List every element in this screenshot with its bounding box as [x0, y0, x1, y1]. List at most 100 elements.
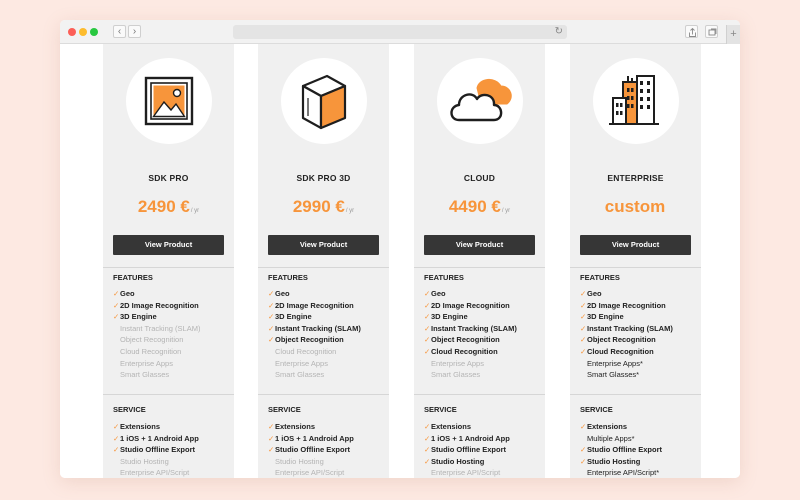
features-item: Object Recognition: [113, 334, 234, 346]
check-icon: ✓: [268, 300, 275, 310]
close-window-button[interactable]: [68, 28, 76, 36]
features-item-label: Geo: [120, 289, 135, 298]
view-product-button[interactable]: View Product: [580, 235, 691, 255]
features-item: Smart Glasses*: [580, 369, 701, 381]
service-item-label: 1 iOS + 1 Android App: [431, 433, 510, 443]
service-item: ✓Studio Hosting: [580, 456, 701, 468]
check-icon: ✓: [268, 445, 275, 455]
features-heading: FEATURES: [268, 273, 308, 282]
service-item: ✓1 iOS + 1 Android App: [424, 433, 545, 445]
price-unit: / yr: [501, 208, 511, 214]
minimize-window-button[interactable]: [79, 28, 87, 36]
forward-button[interactable]: ›: [128, 25, 141, 38]
section-divider: [258, 394, 389, 395]
features-item-label: Instant Tracking (SLAM): [431, 323, 517, 333]
service-item: Enterprise API/Script: [424, 467, 545, 478]
service-item-label: Enterprise API/Script: [120, 468, 190, 478]
service-item: Multiple Apps*: [580, 433, 701, 445]
service-item-label: Studio Hosting: [431, 456, 485, 466]
plan-card-enterprise: ENTERPRISE custom View Product FEATURES …: [570, 44, 701, 478]
features-item: Smart Glasses: [113, 369, 234, 381]
view-product-button[interactable]: View Product: [268, 235, 379, 255]
service-item-label: Studio Offline Export: [275, 445, 350, 455]
price-amount: custom: [604, 197, 666, 216]
service-heading: SERVICE: [268, 405, 301, 414]
service-item: ✓Studio Offline Export: [268, 444, 389, 456]
features-item-label: Cloud Recognition: [275, 347, 337, 356]
features-item-label: 2D Image Recognition: [120, 300, 199, 310]
service-item-label: 1 iOS + 1 Android App: [275, 433, 354, 443]
service-item-label: Studio Offline Export: [587, 445, 662, 455]
features-item: ✓2D Image Recognition: [580, 300, 701, 312]
check-icon: ✓: [424, 445, 431, 455]
service-item-label: Enterprise API/Script: [275, 468, 345, 478]
service-item: ✓Studio Offline Export: [113, 444, 234, 456]
features-item-label: Object Recognition: [587, 335, 656, 345]
service-item: Studio Hosting: [113, 456, 234, 468]
check-icon: ✓: [424, 289, 431, 298]
features-item-label: Smart Glasses: [275, 370, 325, 380]
service-item-label: Extensions: [120, 422, 161, 431]
service-item-label: Enterprise API/Script*: [587, 468, 660, 478]
features-item: ✓2D Image Recognition: [268, 300, 389, 312]
features-item: Smart Glasses: [268, 369, 389, 381]
features-item-label: 3D Engine: [587, 312, 624, 322]
features-item-label: Cloud Recognition: [587, 347, 654, 356]
section-divider: [414, 394, 545, 395]
back-button[interactable]: ‹: [113, 25, 126, 38]
features-item: ✓3D Engine: [580, 311, 701, 323]
service-item: ✓1 iOS + 1 Android App: [113, 433, 234, 445]
features-item: ✓Object Recognition: [424, 334, 545, 346]
check-icon: ✓: [268, 289, 275, 298]
check-icon: ✓: [580, 312, 587, 322]
check-icon: ✓: [424, 335, 431, 345]
check-icon: ✓: [113, 445, 120, 455]
service-item: ✓Extensions: [268, 421, 389, 433]
features-item: ✓Cloud Recognition: [580, 346, 701, 358]
check-icon: ✓: [424, 323, 431, 333]
service-item-label: Studio Hosting: [120, 456, 169, 466]
address-bar[interactable]: ↻: [233, 25, 567, 39]
features-item: Enterprise Apps: [113, 358, 234, 370]
reload-icon[interactable]: ↻: [555, 25, 563, 39]
features-item-label: Geo: [275, 289, 290, 298]
features-item: ✓Object Recognition: [268, 334, 389, 346]
features-item: Cloud Recognition: [113, 346, 234, 358]
features-heading: FEATURES: [113, 273, 153, 282]
price-unit: / yr: [190, 208, 200, 214]
price-amount: 2990 €: [292, 197, 345, 216]
view-product-button[interactable]: View Product: [113, 235, 224, 255]
service-item-label: Extensions: [275, 422, 316, 431]
service-item: ✓Studio Offline Export: [424, 444, 545, 456]
zoom-window-button[interactable]: [90, 28, 98, 36]
check-icon: ✓: [580, 456, 587, 466]
check-icon: ✓: [424, 456, 431, 466]
features-item-label: 2D Image Recognition: [431, 300, 510, 310]
features-item: Enterprise Apps: [268, 358, 389, 370]
tabs-overview-icon[interactable]: [705, 25, 718, 38]
features-item: Enterprise Apps*: [580, 358, 701, 370]
plan-card-sdk-pro-3d: SDK PRO 3D 2990 €/ yr View Product FEATU…: [258, 44, 389, 478]
check-icon: ✓: [580, 300, 587, 310]
plan-title: SDK PRO 3D: [296, 173, 351, 183]
browser-window: ‹ › ↻ + SDK PRO 2490 €/ yr View Product …: [60, 20, 740, 478]
features-item: ✓Cloud Recognition: [424, 346, 545, 358]
service-item-label: Studio Offline Export: [120, 445, 195, 455]
check-icon: ✓: [424, 300, 431, 310]
new-tab-button[interactable]: +: [726, 25, 740, 44]
view-product-button[interactable]: View Product: [424, 235, 535, 255]
check-icon: ✓: [424, 347, 431, 356]
service-heading: SERVICE: [113, 405, 146, 414]
plan-price: custom: [570, 197, 701, 217]
service-item: ✓Extensions: [424, 421, 545, 433]
check-icon: ✓: [424, 433, 431, 443]
features-item-label: Instant Tracking (SLAM): [120, 323, 201, 333]
features-item: Enterprise Apps: [424, 358, 545, 370]
check-icon: ✓: [580, 323, 587, 333]
features-item-label: Object Recognition: [120, 335, 184, 345]
price-amount: 4490 €: [448, 197, 501, 216]
share-icon[interactable]: [685, 25, 698, 38]
plan-icon-circle: [281, 58, 367, 144]
service-item: Studio Hosting: [268, 456, 389, 468]
check-icon: ✓: [580, 289, 587, 298]
